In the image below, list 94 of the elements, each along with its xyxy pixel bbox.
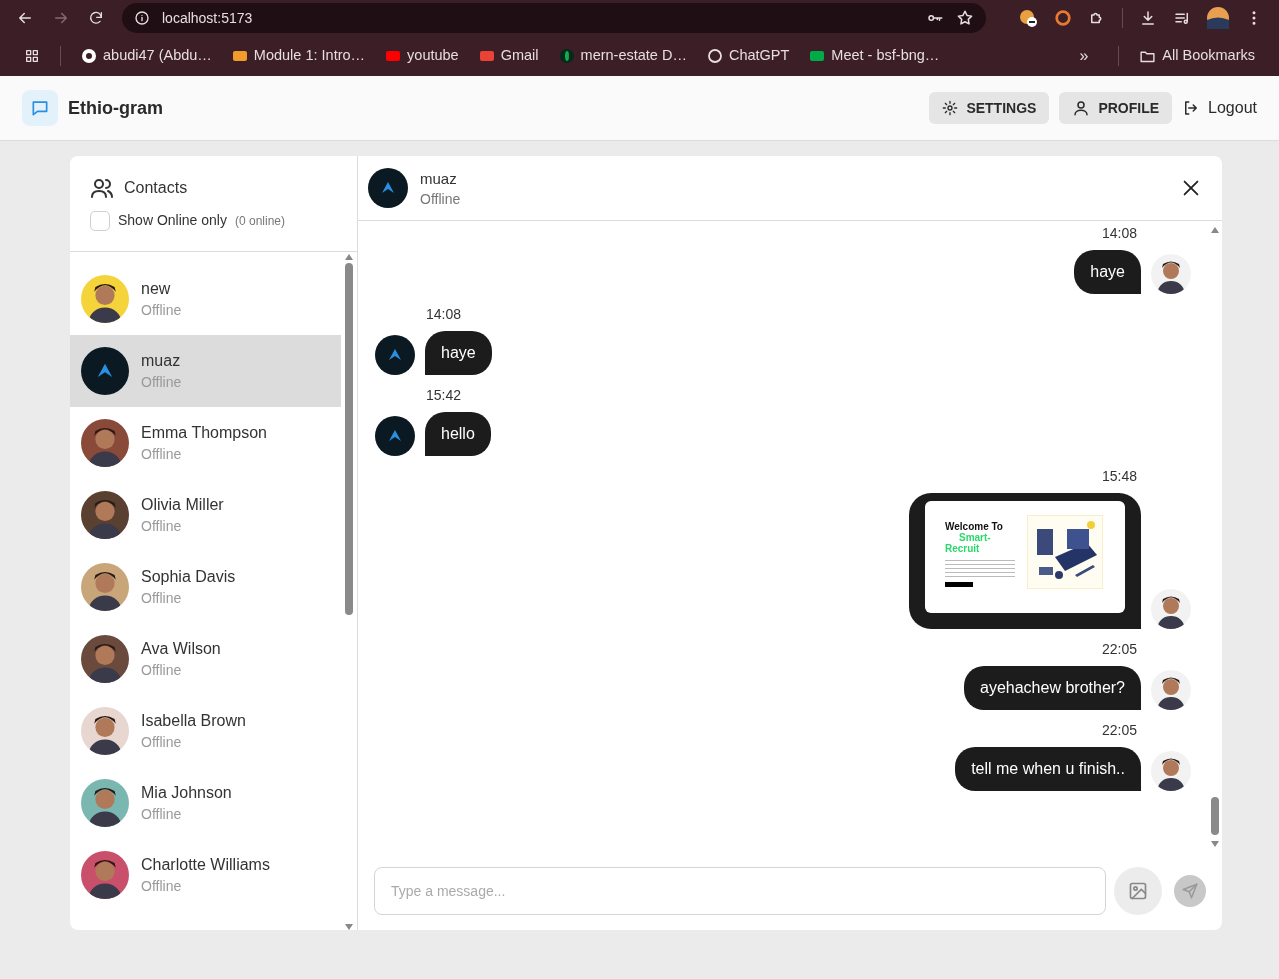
address-bar[interactable]: localhost:5173 bbox=[122, 3, 986, 33]
settings-button[interactable]: SETTINGS bbox=[929, 92, 1050, 124]
contact-item[interactable]: Ava Wilson Offline bbox=[70, 623, 341, 695]
avatar-logo-icon bbox=[375, 416, 415, 456]
chat-contact-name: muaz bbox=[420, 168, 458, 189]
scroll-down-icon[interactable] bbox=[345, 924, 353, 930]
bookmark[interactable]: youtube bbox=[385, 45, 459, 67]
avatar-logo-icon bbox=[375, 335, 415, 375]
extension-icon[interactable] bbox=[1018, 8, 1038, 28]
contact-status: Offline bbox=[141, 877, 183, 896]
chat-contact-status: Offline bbox=[420, 189, 462, 209]
settings-icon bbox=[942, 100, 959, 116]
message-bubble: tell me when u finish.. bbox=[955, 747, 1141, 791]
contact-item[interactable]: Charlotte Williams Offline bbox=[70, 839, 341, 911]
bookmark[interactable]: abudi47 (Abdu… bbox=[81, 45, 212, 67]
bookmark-icon bbox=[478, 48, 495, 64]
logout-button[interactable]: Logout bbox=[1182, 96, 1257, 120]
contact-name: Isabella Brown bbox=[141, 711, 246, 731]
contact-name: Charlotte Williams bbox=[141, 855, 270, 875]
screenshot-heading: Welcome To bbox=[945, 521, 1004, 532]
contact-item[interactable]: muaz Offline bbox=[70, 335, 341, 407]
scroll-up-icon[interactable] bbox=[345, 254, 353, 260]
contact-item[interactable]: new Offline bbox=[70, 263, 341, 335]
contact-name: Sophia Davis bbox=[141, 567, 236, 587]
contact-name: Mia Johnson bbox=[141, 783, 232, 803]
contact-name: new bbox=[141, 279, 172, 299]
image-icon bbox=[1128, 881, 1148, 901]
contact-item[interactable]: Olivia Miller Offline bbox=[70, 479, 341, 551]
chat-bubble-icon bbox=[30, 98, 50, 118]
bookmark-icon bbox=[706, 48, 723, 64]
star-icon[interactable] bbox=[956, 9, 974, 27]
contact-name: Emma Thompson bbox=[141, 423, 267, 443]
apps-grid-icon[interactable] bbox=[24, 48, 40, 64]
message-bubble: hello bbox=[425, 412, 491, 456]
send-button[interactable] bbox=[1174, 875, 1206, 907]
contacts-heading: Contacts bbox=[124, 178, 188, 198]
image-upload-button[interactable] bbox=[1114, 867, 1162, 915]
contact-status: Offline bbox=[141, 589, 183, 608]
contacts-icon bbox=[90, 176, 114, 200]
message-bubble: haye bbox=[425, 331, 492, 375]
contact-status: Offline bbox=[141, 445, 183, 464]
info-icon bbox=[134, 10, 150, 26]
download-icon[interactable] bbox=[1139, 9, 1157, 27]
avatar-logo-icon bbox=[368, 168, 408, 208]
scroll-down-icon[interactable] bbox=[1211, 841, 1219, 847]
message-time: 22:05 bbox=[1101, 721, 1137, 740]
all-bookmarks-button[interactable]: All Bookmarks bbox=[1139, 45, 1255, 67]
bookmark[interactable]: Gmail bbox=[478, 45, 539, 67]
profile-button[interactable]: PROFILE bbox=[1059, 92, 1173, 124]
message-bubble: haye bbox=[1074, 250, 1141, 294]
contact-item[interactable]: Emma Thompson Offline bbox=[70, 407, 341, 479]
scroll-up-icon[interactable] bbox=[1211, 227, 1219, 233]
screenshot-heading: Smart- bbox=[959, 532, 992, 543]
screenshot-heading: Recruit bbox=[945, 543, 981, 554]
contact-name: muaz bbox=[141, 351, 182, 371]
bookmark[interactable]: Module 1: Intro… bbox=[231, 45, 366, 67]
message-time: 15:48 bbox=[1101, 467, 1137, 486]
contact-status: Offline bbox=[141, 661, 183, 680]
bookmark-icon bbox=[385, 48, 402, 64]
contact-status: Offline bbox=[141, 805, 183, 824]
scroll-thumb[interactable] bbox=[1211, 797, 1219, 835]
contact-status: Offline bbox=[141, 301, 182, 320]
online-count: (0 online) bbox=[234, 212, 285, 230]
checkbox[interactable] bbox=[90, 210, 110, 231]
user-icon bbox=[1072, 99, 1091, 117]
message-input[interactable]: Type a message... bbox=[374, 867, 1106, 915]
contact-status: Offline bbox=[141, 733, 183, 752]
contact-name: Ava Wilson bbox=[141, 639, 221, 659]
contact-status: Offline bbox=[141, 373, 182, 392]
scroll-thumb[interactable] bbox=[345, 263, 353, 615]
bookmark[interactable]: Meet - bsf-bng… bbox=[809, 45, 940, 67]
bookmark-icon bbox=[81, 48, 97, 64]
reload-icon[interactable] bbox=[88, 10, 104, 26]
message-time: 15:42 bbox=[426, 386, 462, 405]
message-bubble: ayehachew brother? bbox=[964, 666, 1141, 710]
bookmark-icon bbox=[231, 48, 248, 64]
profile-avatar-icon[interactable] bbox=[1207, 7, 1229, 29]
more-bookmarks-button[interactable]: » bbox=[1079, 44, 1089, 68]
send-icon bbox=[1181, 882, 1199, 900]
message-time: 14:08 bbox=[426, 305, 462, 324]
contact-item[interactable]: Sophia Davis Offline bbox=[70, 551, 341, 623]
contact-status: Offline bbox=[141, 517, 183, 536]
address-text: localhost:5173 bbox=[162, 8, 254, 28]
message-time: 22:05 bbox=[1101, 640, 1137, 659]
contact-name: Olivia Miller bbox=[141, 495, 224, 515]
message-time: 14:08 bbox=[1101, 224, 1137, 243]
bookmark-icon bbox=[809, 48, 826, 64]
filter-label: Show Online only bbox=[118, 211, 227, 230]
contact-item[interactable]: Isabella Brown Offline bbox=[70, 695, 341, 767]
bookmark-icon bbox=[558, 48, 575, 64]
app-title: Ethio-gram bbox=[68, 96, 164, 120]
bookmark[interactable]: mern-estate D… bbox=[558, 45, 687, 67]
bookmark[interactable]: ChatGPT bbox=[706, 45, 790, 67]
contact-item[interactable]: Mia Johnson Offline bbox=[70, 767, 341, 839]
